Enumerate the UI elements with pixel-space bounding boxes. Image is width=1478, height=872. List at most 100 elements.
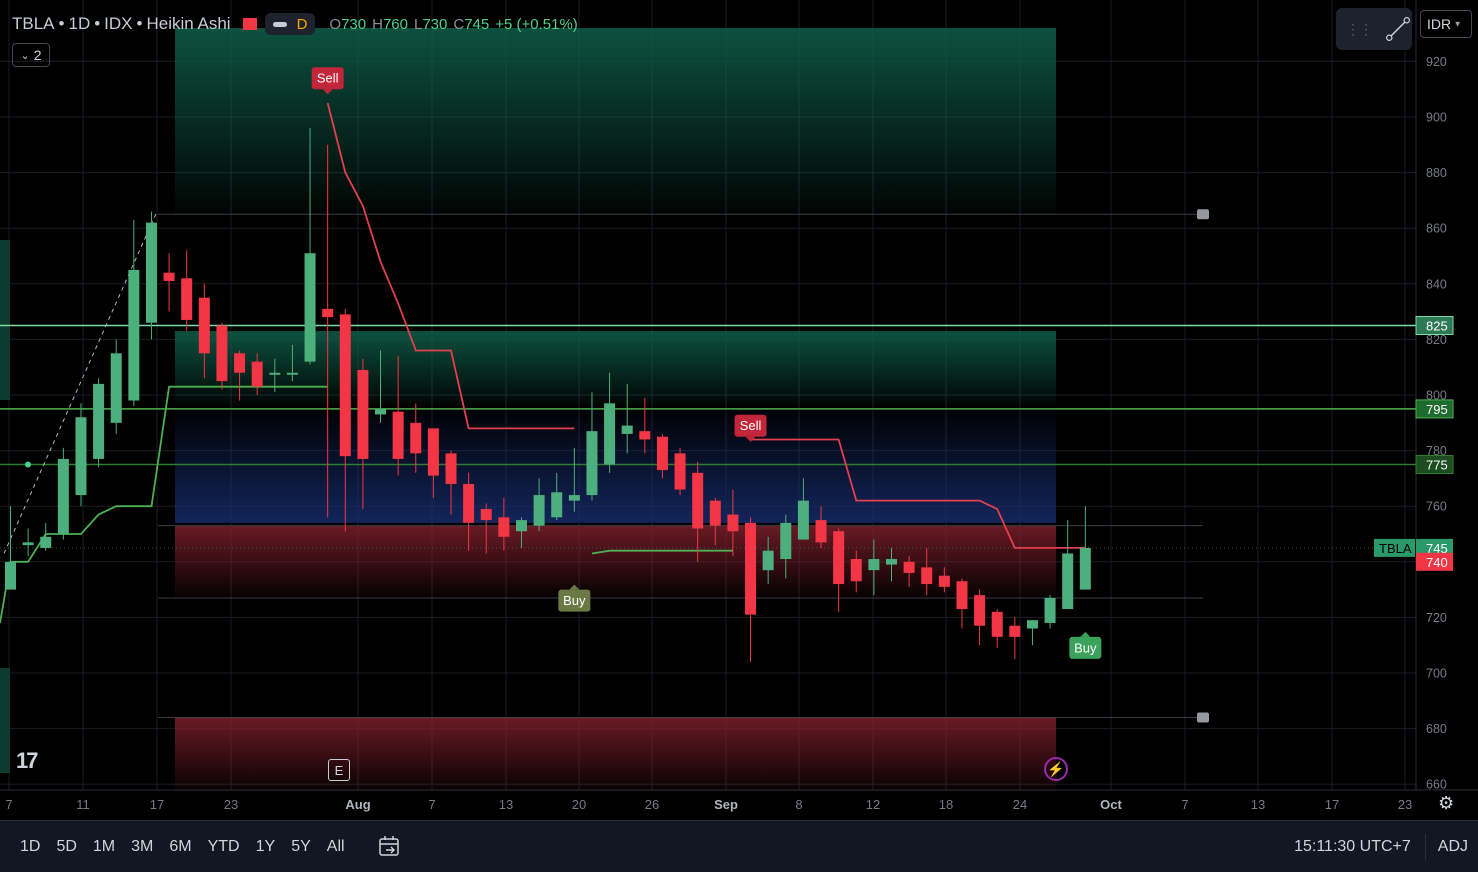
candle-body — [1009, 625, 1021, 637]
candle-body — [181, 278, 193, 320]
currency-selector[interactable]: IDR ▾ — [1420, 10, 1472, 38]
candle-body — [974, 595, 986, 626]
candle-body — [163, 272, 175, 282]
candle-body — [709, 500, 721, 526]
gear-icon[interactable]: ⚙ — [1438, 793, 1454, 814]
time-tick-label: 18 — [939, 797, 953, 812]
range-button-1d[interactable]: 1D — [14, 838, 46, 856]
time-tick-label: 12 — [866, 797, 880, 812]
candle-body — [75, 417, 87, 496]
time-tick-label: 11 — [76, 797, 90, 812]
clock-readout[interactable]: 15:11:30 UTC+7 — [1294, 838, 1411, 856]
candle-body — [956, 581, 968, 610]
horizontal-line-label-text: 825 — [1426, 319, 1448, 334]
candle-body — [604, 403, 616, 465]
candle-body — [1026, 620, 1038, 629]
lightning-icon[interactable]: ⚡ — [1044, 757, 1068, 781]
candle-body — [410, 422, 422, 454]
signal-label: Buy — [563, 593, 586, 608]
candle-body — [480, 508, 492, 521]
exchange-label: IDX — [104, 14, 133, 33]
candle-body — [1062, 553, 1074, 610]
chart-legend-header: TBLA • 1D • IDX • Heikin Ashi D O 730 H 76… — [12, 13, 578, 35]
candle-body — [304, 253, 316, 362]
candle-body — [286, 372, 298, 375]
candle-body — [357, 369, 369, 459]
candle-body — [40, 536, 52, 548]
price-tick-label: 900 — [1426, 111, 1447, 125]
price-tick-label: 760 — [1426, 500, 1447, 514]
candle-body — [568, 495, 580, 501]
candle-body — [198, 297, 210, 354]
zone-handle[interactable] — [1197, 712, 1209, 723]
candle-body — [269, 372, 281, 375]
candle-body — [427, 428, 439, 476]
time-tick-label: 24 — [1013, 797, 1027, 812]
candle-body — [762, 550, 774, 571]
candle-body — [692, 472, 704, 529]
time-tick-label: Oct — [1100, 797, 1122, 812]
divider — [1424, 833, 1426, 860]
left-zone-strip — [0, 668, 10, 773]
interval-label: 1D — [68, 14, 91, 33]
candle-body — [551, 492, 563, 518]
trend-anchor[interactable] — [25, 461, 31, 468]
range-button-all[interactable]: All — [321, 838, 351, 856]
adj-toggle[interactable]: ADJ — [1438, 838, 1468, 856]
time-tick-label: Aug — [345, 797, 370, 812]
range-button-1y[interactable]: 1Y — [250, 838, 282, 856]
range-button-3m[interactable]: 3M — [125, 838, 159, 856]
time-tick-label: 7 — [428, 797, 435, 812]
trendline-icon[interactable] — [1384, 13, 1412, 45]
candle-body — [110, 353, 122, 423]
zone-handle[interactable] — [1197, 209, 1209, 220]
ohlc-values: O 730 H 760 L 730 C 745 +5 (+0.51%) — [329, 15, 578, 33]
range-button-5y[interactable]: 5Y — [285, 838, 317, 856]
candle-body — [921, 567, 933, 585]
time-tick-label: 8 — [795, 797, 802, 812]
candle-body — [656, 436, 668, 471]
candle-body — [216, 325, 228, 382]
legend-collapse-button[interactable]: ⌄ 2 — [12, 43, 50, 67]
symbol-name[interactable]: TBLA — [12, 14, 55, 34]
candle-body — [57, 458, 69, 534]
time-tick-label: 17 — [1325, 797, 1339, 812]
time-tick-label: 7 — [5, 797, 12, 812]
candle-body — [727, 514, 739, 532]
change-value: +5 (+0.51%) — [495, 15, 578, 33]
eye-dash-icon — [272, 21, 287, 27]
time-tick-label: 7 — [1181, 797, 1188, 812]
drag-handle-icon[interactable]: ⋮⋮ — [1346, 21, 1373, 38]
range-button-ytd[interactable]: YTD — [202, 838, 246, 856]
candle-body — [886, 559, 897, 565]
zone-blue — [175, 408, 1056, 523]
candle-body — [1079, 547, 1091, 590]
candle-body — [621, 425, 633, 434]
range-buttons: 1D 5D 1M 3M 6M YTD 1Y 5Y All — [14, 838, 351, 856]
chevron-down-icon: ▾ — [1455, 18, 1461, 30]
candle-body — [93, 383, 105, 459]
flag-icon[interactable] — [242, 18, 257, 30]
range-button-1m[interactable]: 1M — [87, 838, 121, 856]
time-tick-label: Sep — [714, 797, 738, 812]
candle-body — [745, 522, 757, 615]
candle-body — [850, 559, 862, 582]
candle-body — [128, 269, 140, 401]
zone-green — [175, 28, 1056, 215]
earnings-badge[interactable]: E — [328, 759, 350, 781]
price-tick-label: 920 — [1426, 55, 1447, 69]
goto-date-icon[interactable] — [377, 834, 403, 860]
tradingview-logo-icon[interactable]: 17 — [16, 748, 39, 774]
range-button-5d[interactable]: 5D — [50, 838, 82, 856]
candle-body — [1044, 597, 1056, 623]
zone-red — [175, 525, 1056, 598]
signal-pointer — [1080, 631, 1091, 637]
price-chart[interactable]: SellSellBuyBuy92090088086084082080078076… — [0, 0, 1478, 820]
symbol-price-tag-text: TBLA — [1379, 541, 1412, 556]
candle-body — [868, 559, 880, 571]
session-pill[interactable]: D — [264, 13, 316, 35]
candle-body — [375, 408, 387, 415]
zone-red — [175, 717, 1056, 793]
drawing-toolbar: ⋮⋮ — [1336, 8, 1412, 50]
range-button-6m[interactable]: 6M — [163, 838, 197, 856]
